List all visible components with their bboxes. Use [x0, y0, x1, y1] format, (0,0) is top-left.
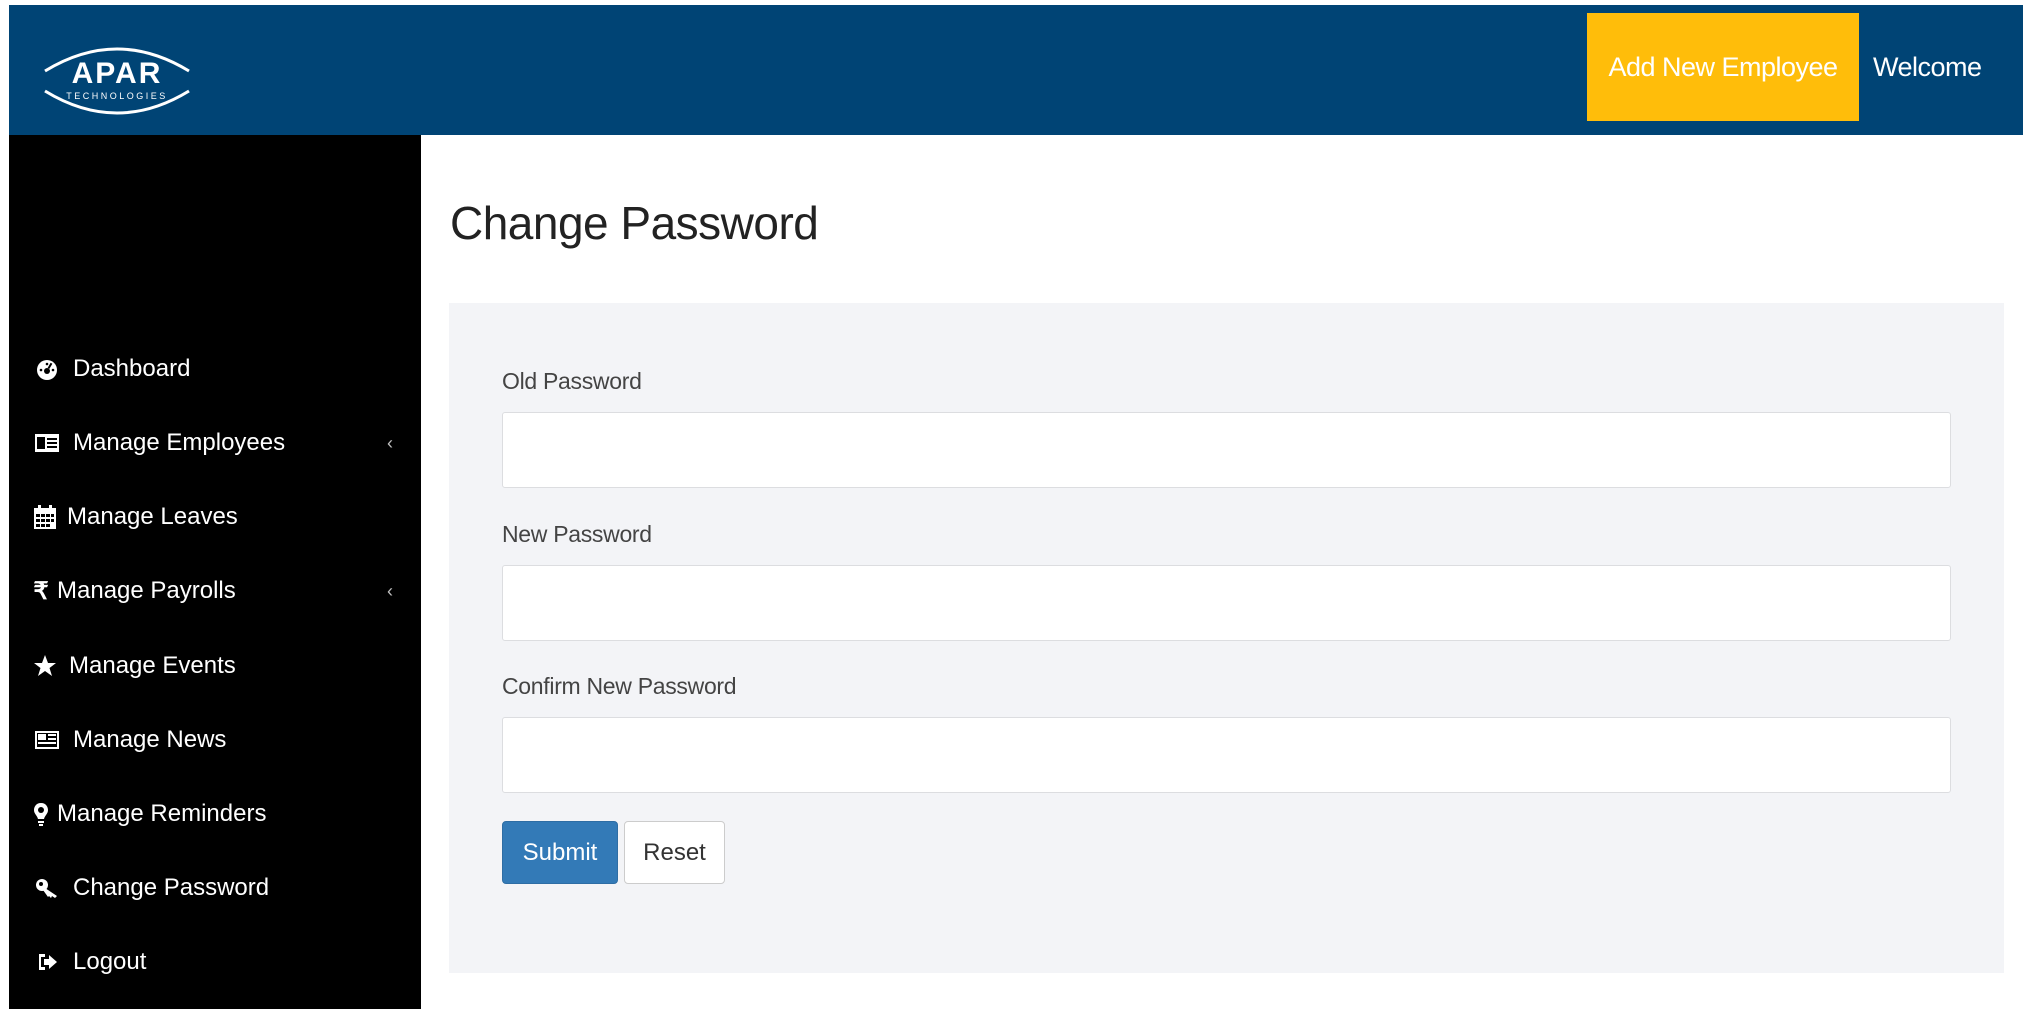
chevron-left-icon: ‹ — [387, 432, 393, 453]
sidebar-item-label: Dashboard — [73, 355, 191, 382]
sidebar-item-label: Manage Payrolls — [57, 577, 236, 604]
sidebar-item-change-password[interactable]: Change Password — [9, 857, 421, 919]
new-password-label: New Password — [502, 521, 652, 547]
sidebar-item-manage-payrolls[interactable]: ₹ Manage Payrolls ‹ — [9, 560, 421, 622]
sidebar-item-logout[interactable]: Logout — [9, 931, 421, 993]
sidebar-item-dashboard[interactable]: Dashboard — [9, 338, 421, 400]
newspaper-icon — [35, 728, 59, 752]
star-icon — [33, 654, 57, 678]
confirm-password-field[interactable] — [502, 717, 1951, 793]
reset-button[interactable]: Reset — [624, 821, 725, 884]
old-password-label: Old Password — [502, 368, 642, 394]
top-navbar: APAR TECHNOLOGIES Add New Employee Welco… — [9, 5, 2023, 135]
calendar-icon — [33, 505, 57, 529]
dashboard-icon — [35, 357, 59, 381]
welcome-label[interactable]: Welcome — [1873, 13, 1982, 121]
svg-text:TECHNOLOGIES: TECHNOLOGIES — [66, 91, 168, 101]
sidebar-item-label: Manage Reminders — [57, 800, 267, 827]
sidebar-item-label: Logout — [73, 948, 147, 975]
sidebar-item-label: Manage Employees — [73, 429, 286, 456]
sidebar-item-manage-reminders[interactable]: Manage Reminders — [9, 783, 421, 845]
sidebar-item-label: Manage Leaves — [67, 503, 238, 530]
new-password-field[interactable] — [502, 565, 1951, 641]
page-title: Change Password — [450, 197, 819, 249]
lightbulb-icon — [33, 802, 49, 826]
sidebar-item-manage-leaves[interactable]: Manage Leaves — [9, 486, 421, 548]
rupee-icon: ₹ — [33, 577, 49, 605]
add-new-employee-button[interactable]: Add New Employee — [1587, 13, 1859, 121]
chevron-left-icon: ‹ — [387, 580, 393, 601]
submit-button[interactable]: Submit — [502, 821, 618, 884]
confirm-password-label: Confirm New Password — [502, 673, 737, 699]
sidebar-item-label: Manage News — [73, 726, 227, 753]
old-password-field[interactable] — [502, 412, 1951, 488]
sidebar-item-manage-employees[interactable]: Manage Employees ‹ — [9, 412, 421, 474]
key-icon — [35, 876, 59, 900]
svg-text:APAR: APAR — [72, 57, 163, 90]
sidebar-item-label: Manage Events — [69, 652, 236, 679]
sidebar-item-label: Change Password — [73, 874, 270, 901]
sidebar: Dashboard Manage Employees ‹ Manage Leav… — [9, 135, 421, 1009]
sidebar-item-manage-events[interactable]: Manage Events — [9, 635, 421, 697]
company-logo[interactable]: APAR TECHNOLOGIES — [37, 33, 197, 125]
sign-out-icon — [35, 950, 59, 974]
id-card-icon — [35, 431, 59, 455]
sidebar-item-manage-news[interactable]: Manage News — [9, 709, 421, 771]
